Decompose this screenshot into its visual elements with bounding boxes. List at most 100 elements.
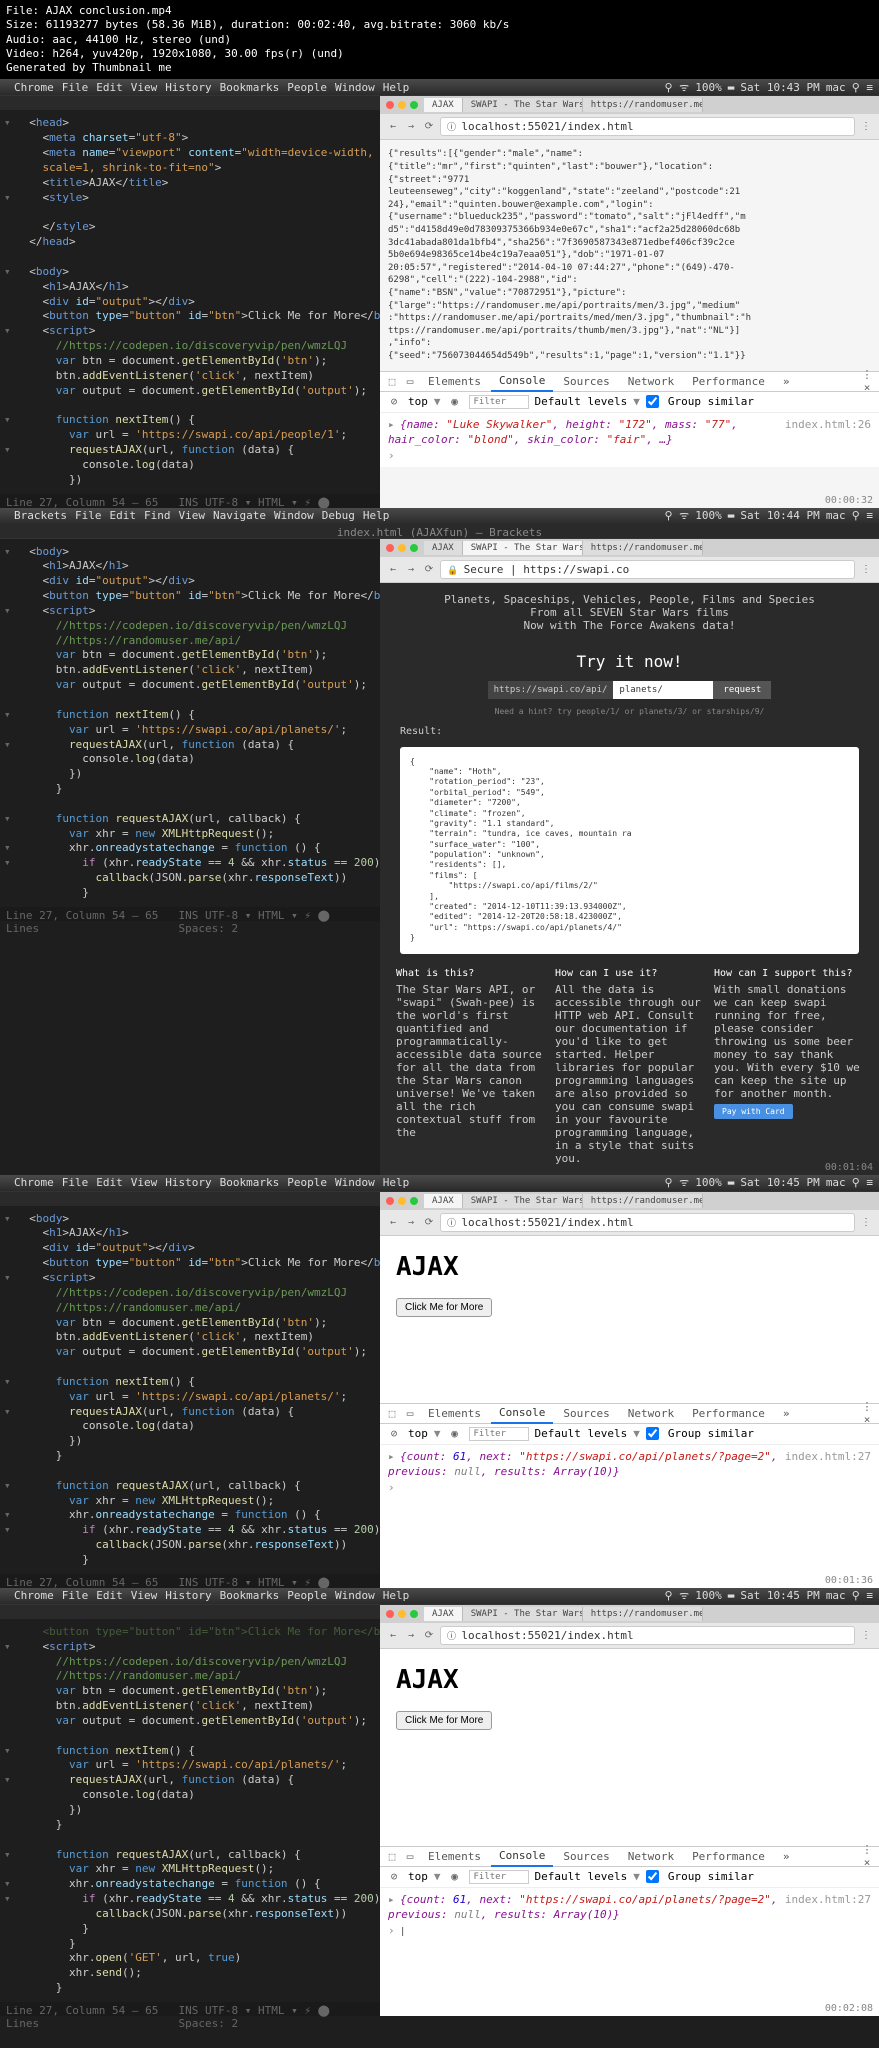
user[interactable]: mac (826, 509, 846, 522)
menu-item[interactable]: Help (383, 81, 410, 94)
menu-item[interactable]: People (287, 1176, 327, 1189)
levels-select[interactable]: Default levels (535, 1870, 628, 1883)
maximize-icon[interactable] (410, 101, 418, 109)
context-select[interactable]: top (408, 1427, 428, 1440)
fold-icon[interactable]: ▾ (4, 1523, 11, 1538)
menu-item[interactable]: Edit (96, 1589, 123, 1602)
devtools-tab[interactable]: Elements (420, 1404, 489, 1423)
close-icon[interactable] (386, 101, 394, 109)
close-icon[interactable] (386, 1197, 394, 1205)
browser-tab[interactable]: SWAPI - The Star Wars API (463, 1607, 583, 1621)
menu-item[interactable]: File (62, 81, 89, 94)
source-link[interactable]: index.html:26 (785, 417, 871, 432)
close-icon[interactable] (386, 544, 394, 552)
search-icon[interactable]: ⚲ ≡ (852, 509, 873, 522)
api-path-input[interactable]: planets/ (613, 681, 713, 699)
fold-icon[interactable]: ▾ (4, 1744, 11, 1759)
menu-item[interactable]: History (165, 81, 211, 94)
user[interactable]: mac (826, 1176, 846, 1189)
fold-icon[interactable]: ▾ (4, 841, 11, 856)
devtools-tab[interactable]: Network (620, 1404, 682, 1423)
clock[interactable]: Sat 10:43 PM (740, 81, 819, 94)
fold-icon[interactable]: ▾ (4, 708, 11, 723)
menu-item[interactable]: Find (144, 509, 171, 522)
user[interactable]: mac (826, 81, 846, 94)
group-checkbox[interactable] (646, 395, 659, 408)
address-bar[interactable]: ⓘ localhost:55021/index.html (440, 1213, 855, 1232)
browser-tab[interactable]: SWAPI - The Star Wars API (463, 98, 583, 112)
device-icon[interactable]: ▭ (402, 1407, 418, 1420)
menu-item[interactable]: Bookmarks (220, 1589, 280, 1602)
pay-button[interactable]: Pay with Card (714, 1104, 793, 1119)
fold-icon[interactable]: ▾ (4, 1640, 11, 1655)
devtools-tab[interactable]: Console (491, 1403, 553, 1424)
close-icon[interactable] (386, 1610, 394, 1618)
address-bar[interactable]: 🔒 Secure | https://swapi.co (440, 560, 855, 579)
fold-icon[interactable]: ▾ (4, 191, 11, 206)
browser-tab[interactable]: AJAX (424, 1194, 463, 1208)
wifi-icon[interactable]: ⚲ ᯤ (664, 1588, 689, 1603)
menu-icon[interactable]: ⋮ (859, 1628, 873, 1642)
fold-icon[interactable]: ▾ (4, 443, 11, 458)
back-icon[interactable]: ← (386, 120, 400, 134)
browser-tab[interactable]: AJAX (424, 98, 463, 112)
browser-tab[interactable]: AJAX (424, 1607, 463, 1621)
device-icon[interactable]: ▭ (402, 375, 418, 388)
browser-tab[interactable]: https://randomuser.me/api/ (583, 1194, 703, 1208)
settings-icon[interactable]: ⋮ × (859, 1400, 875, 1426)
menu-item[interactable]: Edit (96, 81, 123, 94)
menu-item[interactable]: View (131, 1176, 158, 1189)
editor-mode[interactable]: INS UTF-8 ▾ HTML ▾ ⚡ ⬤ Spaces: 2 (179, 496, 374, 506)
more-icon[interactable]: » (775, 372, 798, 391)
menu-item[interactable]: View (178, 509, 205, 522)
menu-item[interactable]: History (165, 1589, 211, 1602)
back-icon[interactable]: ← (386, 1215, 400, 1229)
devtools-tab[interactable]: Elements (420, 1847, 489, 1866)
wifi-icon[interactable]: ⚲ ᯤ (664, 1175, 689, 1190)
reload-icon[interactable]: ⟳ (422, 120, 436, 134)
menu-item[interactable]: Help (363, 509, 390, 522)
menu-item[interactable]: Edit (109, 509, 136, 522)
browser-tab[interactable]: https://randomuser.me/api/ (583, 541, 703, 555)
forward-icon[interactable]: → (404, 1628, 418, 1642)
code-editor[interactable]: ▾ <body> <h1>AJAX</h1> <div id="output">… (0, 1206, 380, 1574)
more-icon[interactable]: » (775, 1847, 798, 1866)
more-icon[interactable]: » (775, 1404, 798, 1423)
code-editor[interactable]: <button type="button" id="btn">Click Me … (0, 1619, 380, 2002)
devtools-tab[interactable]: Console (491, 1846, 553, 1867)
fold-icon[interactable]: ▾ (4, 738, 11, 753)
levels-select[interactable]: Default levels (535, 1427, 628, 1440)
devtools-tab[interactable]: Console (491, 371, 553, 392)
code-editor[interactable]: ▾ <head> <meta charset="utf-8"> <meta na… (0, 110, 380, 493)
eye-icon[interactable]: ◉ (447, 395, 463, 408)
settings-icon[interactable]: ⋮ × (859, 368, 875, 394)
fold-icon[interactable]: ▾ (4, 413, 11, 428)
fold-icon[interactable]: ▾ (4, 604, 11, 619)
context-select[interactable]: top (408, 1870, 428, 1883)
address-bar[interactable]: ⓘ localhost:55021/index.html (440, 117, 855, 136)
fold-icon[interactable]: ▾ (4, 1271, 11, 1286)
menu-item[interactable]: File (75, 509, 102, 522)
group-checkbox[interactable] (646, 1870, 659, 1883)
fold-icon[interactable]: ▾ (4, 1479, 11, 1494)
devtools-tab[interactable]: Performance (684, 1847, 773, 1866)
menu-item[interactable]: Window (274, 509, 314, 522)
devtools-tab[interactable]: Network (620, 1847, 682, 1866)
search-icon[interactable]: ⚲ ≡ (852, 81, 873, 94)
click-me-button[interactable]: Click Me for More (396, 1711, 492, 1730)
menu-item[interactable]: Chrome (14, 1176, 54, 1189)
search-icon[interactable]: ⚲ ≡ (852, 1176, 873, 1189)
source-link[interactable]: index.html:27 (785, 1449, 871, 1464)
device-icon[interactable]: ▭ (402, 1850, 418, 1863)
source-link[interactable]: index.html:27 (785, 1892, 871, 1907)
clear-icon[interactable]: ⊘ (386, 395, 402, 408)
wifi-icon[interactable]: ⚲ ᯤ (664, 80, 689, 95)
browser-tab[interactable]: https://randomuser.me/api/ (583, 98, 703, 112)
fold-icon[interactable]: ▾ (4, 545, 11, 560)
menu-item[interactable]: People (287, 1589, 327, 1602)
devtools-tab[interactable]: Sources (555, 372, 617, 391)
browser-tab[interactable]: https://randomuser.me/api/ (583, 1607, 703, 1621)
minimize-icon[interactable] (398, 544, 406, 552)
group-checkbox[interactable] (646, 1427, 659, 1440)
menu-item[interactable]: Help (383, 1176, 410, 1189)
